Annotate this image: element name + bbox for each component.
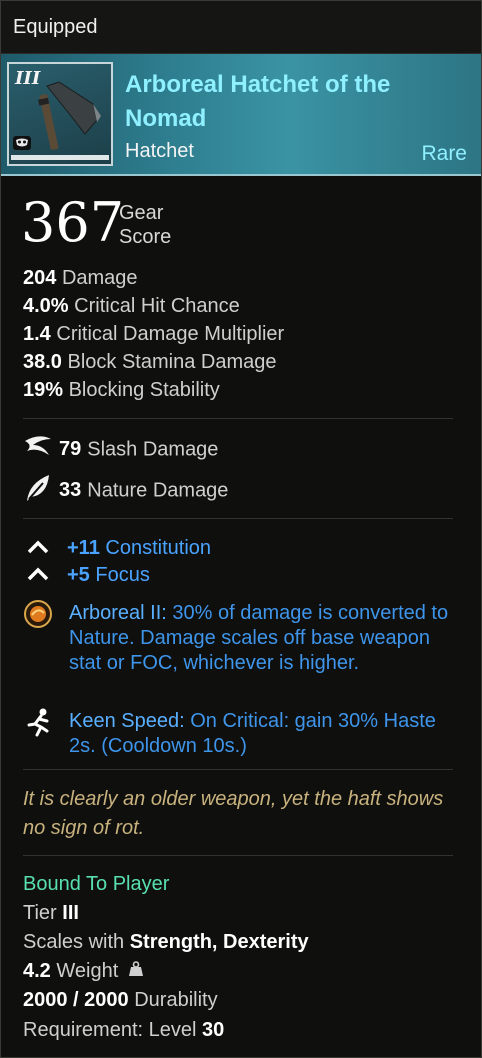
mask-icon — [13, 136, 31, 150]
divider — [23, 418, 453, 419]
tooltip-topbar: Equipped — [1, 1, 481, 54]
damage-type-slash: 79 Slash Damage — [23, 433, 218, 467]
stat-blocking-stability: 19% Blocking Stability — [23, 379, 220, 401]
thumbnail-durability-bar — [11, 155, 109, 160]
bind-status: Bound To Player — [23, 873, 170, 895]
item-header: III Arboreal Hatchet of the Nomad Hatche… — [1, 54, 481, 176]
attribute-constitution: +11 Constitution — [27, 537, 211, 560]
divider — [23, 518, 453, 519]
divider — [23, 855, 453, 856]
perk-keen-speed: Keen Speed: On Critical: gain 30% Haste … — [69, 710, 436, 757]
lore-text: It is clearly an older weapon, yet the h… — [23, 788, 444, 839]
equipped-label: Equipped — [13, 16, 98, 38]
chevron-up-icon — [27, 564, 67, 587]
leaf-icon — [23, 473, 59, 509]
runner-icon — [23, 707, 53, 742]
stat-crit-chance: 4.0% Critical Hit Chance — [23, 295, 240, 317]
chevron-up-icon — [27, 537, 67, 560]
requirement-info: Requirement: Level 30 — [23, 1019, 225, 1041]
item-type: Hatchet — [125, 140, 194, 162]
tier-info: Tier III — [23, 902, 79, 924]
stat-crit-multiplier: 1.4 Critical Damage Multiplier — [23, 323, 285, 345]
item-name: Arboreal Hatchet of the Nomad — [125, 71, 391, 132]
perk-arboreal: Arboreal II: 30% of damage is converted … — [69, 602, 449, 674]
gear-score-value: 367 — [21, 191, 125, 254]
stat-damage: 204 Damage — [23, 267, 138, 289]
damage-type-nature: 33 Nature Damage — [23, 473, 228, 509]
attribute-focus: +5 Focus — [27, 564, 150, 587]
item-tooltip: Equipped III Arboreal Hatchet of the Nom… — [0, 0, 482, 1058]
divider — [23, 769, 453, 770]
slash-icon — [23, 433, 59, 467]
gear-score-label: Gear Score — [119, 202, 172, 248]
arboreal-perk-icon — [23, 599, 53, 634]
scales-with-info: Scales with Strength, Dexterity — [23, 931, 309, 953]
weight-info: 4.2 Weight — [23, 960, 144, 983]
item-rarity: Rare — [421, 142, 467, 165]
stat-block-stamina: 38.0 Block Stamina Damage — [23, 351, 277, 373]
weight-icon — [128, 960, 144, 983]
item-thumbnail[interactable]: III — [7, 62, 113, 166]
durability-info: 2000 / 2000 Durability — [23, 989, 218, 1011]
